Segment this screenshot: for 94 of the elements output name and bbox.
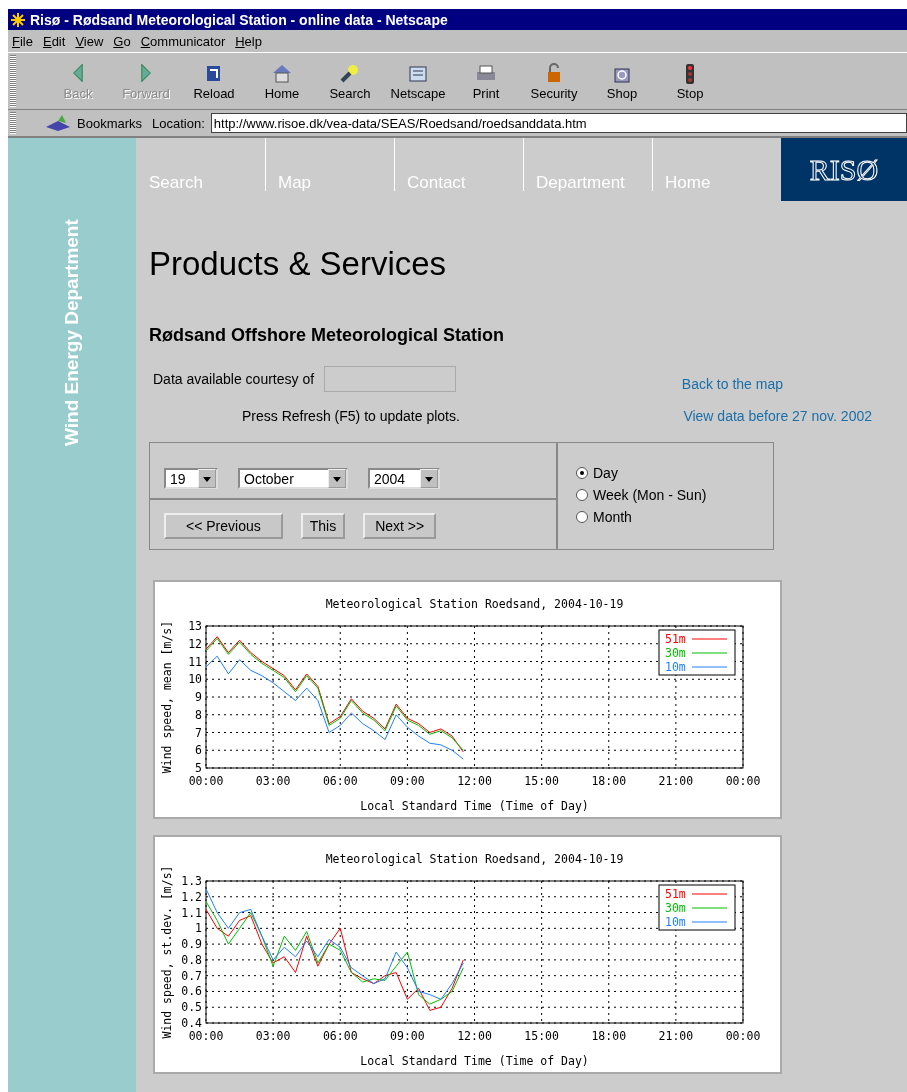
sidebar-title: Wind Energy Department <box>61 218 83 446</box>
x-tick-label: 09:00 <box>390 1029 425 1043</box>
caret-icon <box>198 469 216 488</box>
x-tick-label: 21:00 <box>658 774 694 788</box>
nav-button[interactable]: Next >> <box>363 513 437 539</box>
period-radio[interactable]: Day <box>576 465 773 481</box>
y-tick-label: 0.9 <box>181 937 202 952</box>
legend-label: 30m <box>665 646 686 660</box>
caret-icon <box>420 469 438 488</box>
caret-icon <box>328 469 346 488</box>
toolbar-button[interactable]: Home <box>248 55 316 107</box>
x-tick-label: 18:00 <box>591 1029 627 1043</box>
y-tick-label: 0.5 <box>181 1000 202 1015</box>
bookmarks-button[interactable]: Bookmarks <box>26 113 147 133</box>
y-tick-label: 10 <box>188 672 202 687</box>
y-tick-label: 11 <box>188 654 202 669</box>
radio-dot[interactable] <box>576 467 588 479</box>
y-tick-label: 0.8 <box>181 952 202 967</box>
y-tick-label: 1.3 <box>181 874 202 888</box>
x-tick-label: 15:00 <box>524 1029 559 1043</box>
legend-label: 30m <box>665 901 686 915</box>
courtesy-label: Data available courtesy of <box>153 371 315 387</box>
toolbar-grip[interactable] <box>10 55 16 107</box>
x-tick-label: 00:00 <box>725 774 761 788</box>
left-arrow-icon <box>73 63 83 82</box>
x-tick-label: 21:00 <box>658 1029 694 1043</box>
y-tick-label: 13 <box>188 619 202 633</box>
section-heading: Rødsand Offshore Meteorological Station <box>149 325 506 346</box>
x-tick-label: 03:00 <box>255 774 291 788</box>
y-tick-label: 6 <box>195 743 202 758</box>
refresh-note: Press Refresh (F5) to update plots. <box>242 408 460 424</box>
right-arrow-icon <box>141 63 151 82</box>
x-tick-label: 18:00 <box>591 774 627 788</box>
chart-title: Meteorological Station Roedsand, 2004-10-19 <box>325 597 624 611</box>
courtesy-field[interactable] <box>324 366 457 392</box>
toolbar-button[interactable]: Search <box>316 55 384 107</box>
location-field[interactable]: http://www.risoe.dk/vea-data/SEAS/Roedsand/roedsanddata.htm <box>210 113 907 133</box>
x-tick-label: 09:00 <box>390 774 425 788</box>
y-tick-label: 1.1 <box>181 905 202 920</box>
x-tick-label: 06:00 <box>322 1029 358 1043</box>
period-radio[interactable]: Week (Mon - Sun) <box>576 487 773 503</box>
y-tick-label: 9 <box>195 690 202 704</box>
logo: RISØ <box>781 138 907 201</box>
radio-dot[interactable] <box>576 489 588 501</box>
toolbar-button[interactable]: Stop <box>656 55 724 107</box>
month-select[interactable]: October <box>238 468 348 489</box>
toolbar-button[interactable]: Security <box>520 55 588 107</box>
x-tick-label: 00:00 <box>188 774 224 788</box>
y-axis-label: Wind speed, mean [m/s] <box>160 620 174 774</box>
nav-button[interactable]: This <box>300 513 346 539</box>
menu-item[interactable]: Go <box>113 33 131 49</box>
legend-label: 51m <box>665 632 686 646</box>
year-select[interactable]: 2004 <box>368 468 440 489</box>
window-title: Risø - Rødsand Meteorological Station - online data - Netscape <box>30 11 448 28</box>
y-tick-label: 0.7 <box>181 968 202 983</box>
menu-item[interactable]: Communicator <box>140 33 226 49</box>
menu-item[interactable]: Help <box>235 33 262 49</box>
x-tick-label: 00:00 <box>725 1029 761 1043</box>
toolbar-button[interactable]: Print <box>452 55 520 107</box>
app-icon <box>10 11 26 28</box>
y-tick-label: 0.6 <box>181 984 202 999</box>
y-tick-label: 1 <box>195 921 202 936</box>
menu-item[interactable]: File <box>12 33 33 49</box>
x-tick-label: 12:00 <box>457 774 492 788</box>
x-tick-label: 03:00 <box>255 1029 291 1043</box>
y-axis-label: Wind speed, st.dev. [m/s] <box>160 865 174 1039</box>
y-tick-label: 8 <box>195 707 202 722</box>
page-heading: Products & Services <box>149 245 448 283</box>
day-select[interactable]: 19 <box>164 468 218 489</box>
x-tick-label: 12:00 <box>457 1029 492 1043</box>
y-tick-label: 5 <box>195 761 202 775</box>
period-radio[interactable]: Month <box>576 509 773 525</box>
legend-label: 51m <box>665 887 686 901</box>
menu-item[interactable]: Edit <box>42 33 66 49</box>
toolbar-button[interactable]: Reload <box>180 55 248 107</box>
menu-item[interactable]: View <box>75 33 104 49</box>
toolbar-button[interactable]: Netscape <box>384 55 452 107</box>
radio-dot[interactable] <box>576 511 588 523</box>
y-tick-label: 12 <box>188 636 202 651</box>
location-label: Location: <box>152 115 205 131</box>
legend-label: 10m <box>665 660 686 674</box>
toolbar-button[interactable]: Shop <box>588 55 656 107</box>
x-tick-label: 00:00 <box>188 1029 224 1043</box>
chart-title: Meteorological Station Roedsand, 2004-10-19 <box>325 852 624 866</box>
y-tick-label: 7 <box>195 725 202 740</box>
toolbar-grip[interactable] <box>10 112 16 134</box>
x-axis-label: Local Standard Time (Time of Day) <box>360 1054 589 1068</box>
nav-button[interactable]: << Previous <box>164 513 283 539</box>
legend-label: 10m <box>665 915 686 929</box>
y-tick-label: 0.4 <box>181 1016 202 1030</box>
x-tick-label: 06:00 <box>322 774 358 788</box>
y-tick-label: 1.2 <box>181 889 202 904</box>
x-axis-label: Local Standard Time (Time of Day) <box>360 799 589 813</box>
x-tick-label: 15:00 <box>524 774 559 788</box>
